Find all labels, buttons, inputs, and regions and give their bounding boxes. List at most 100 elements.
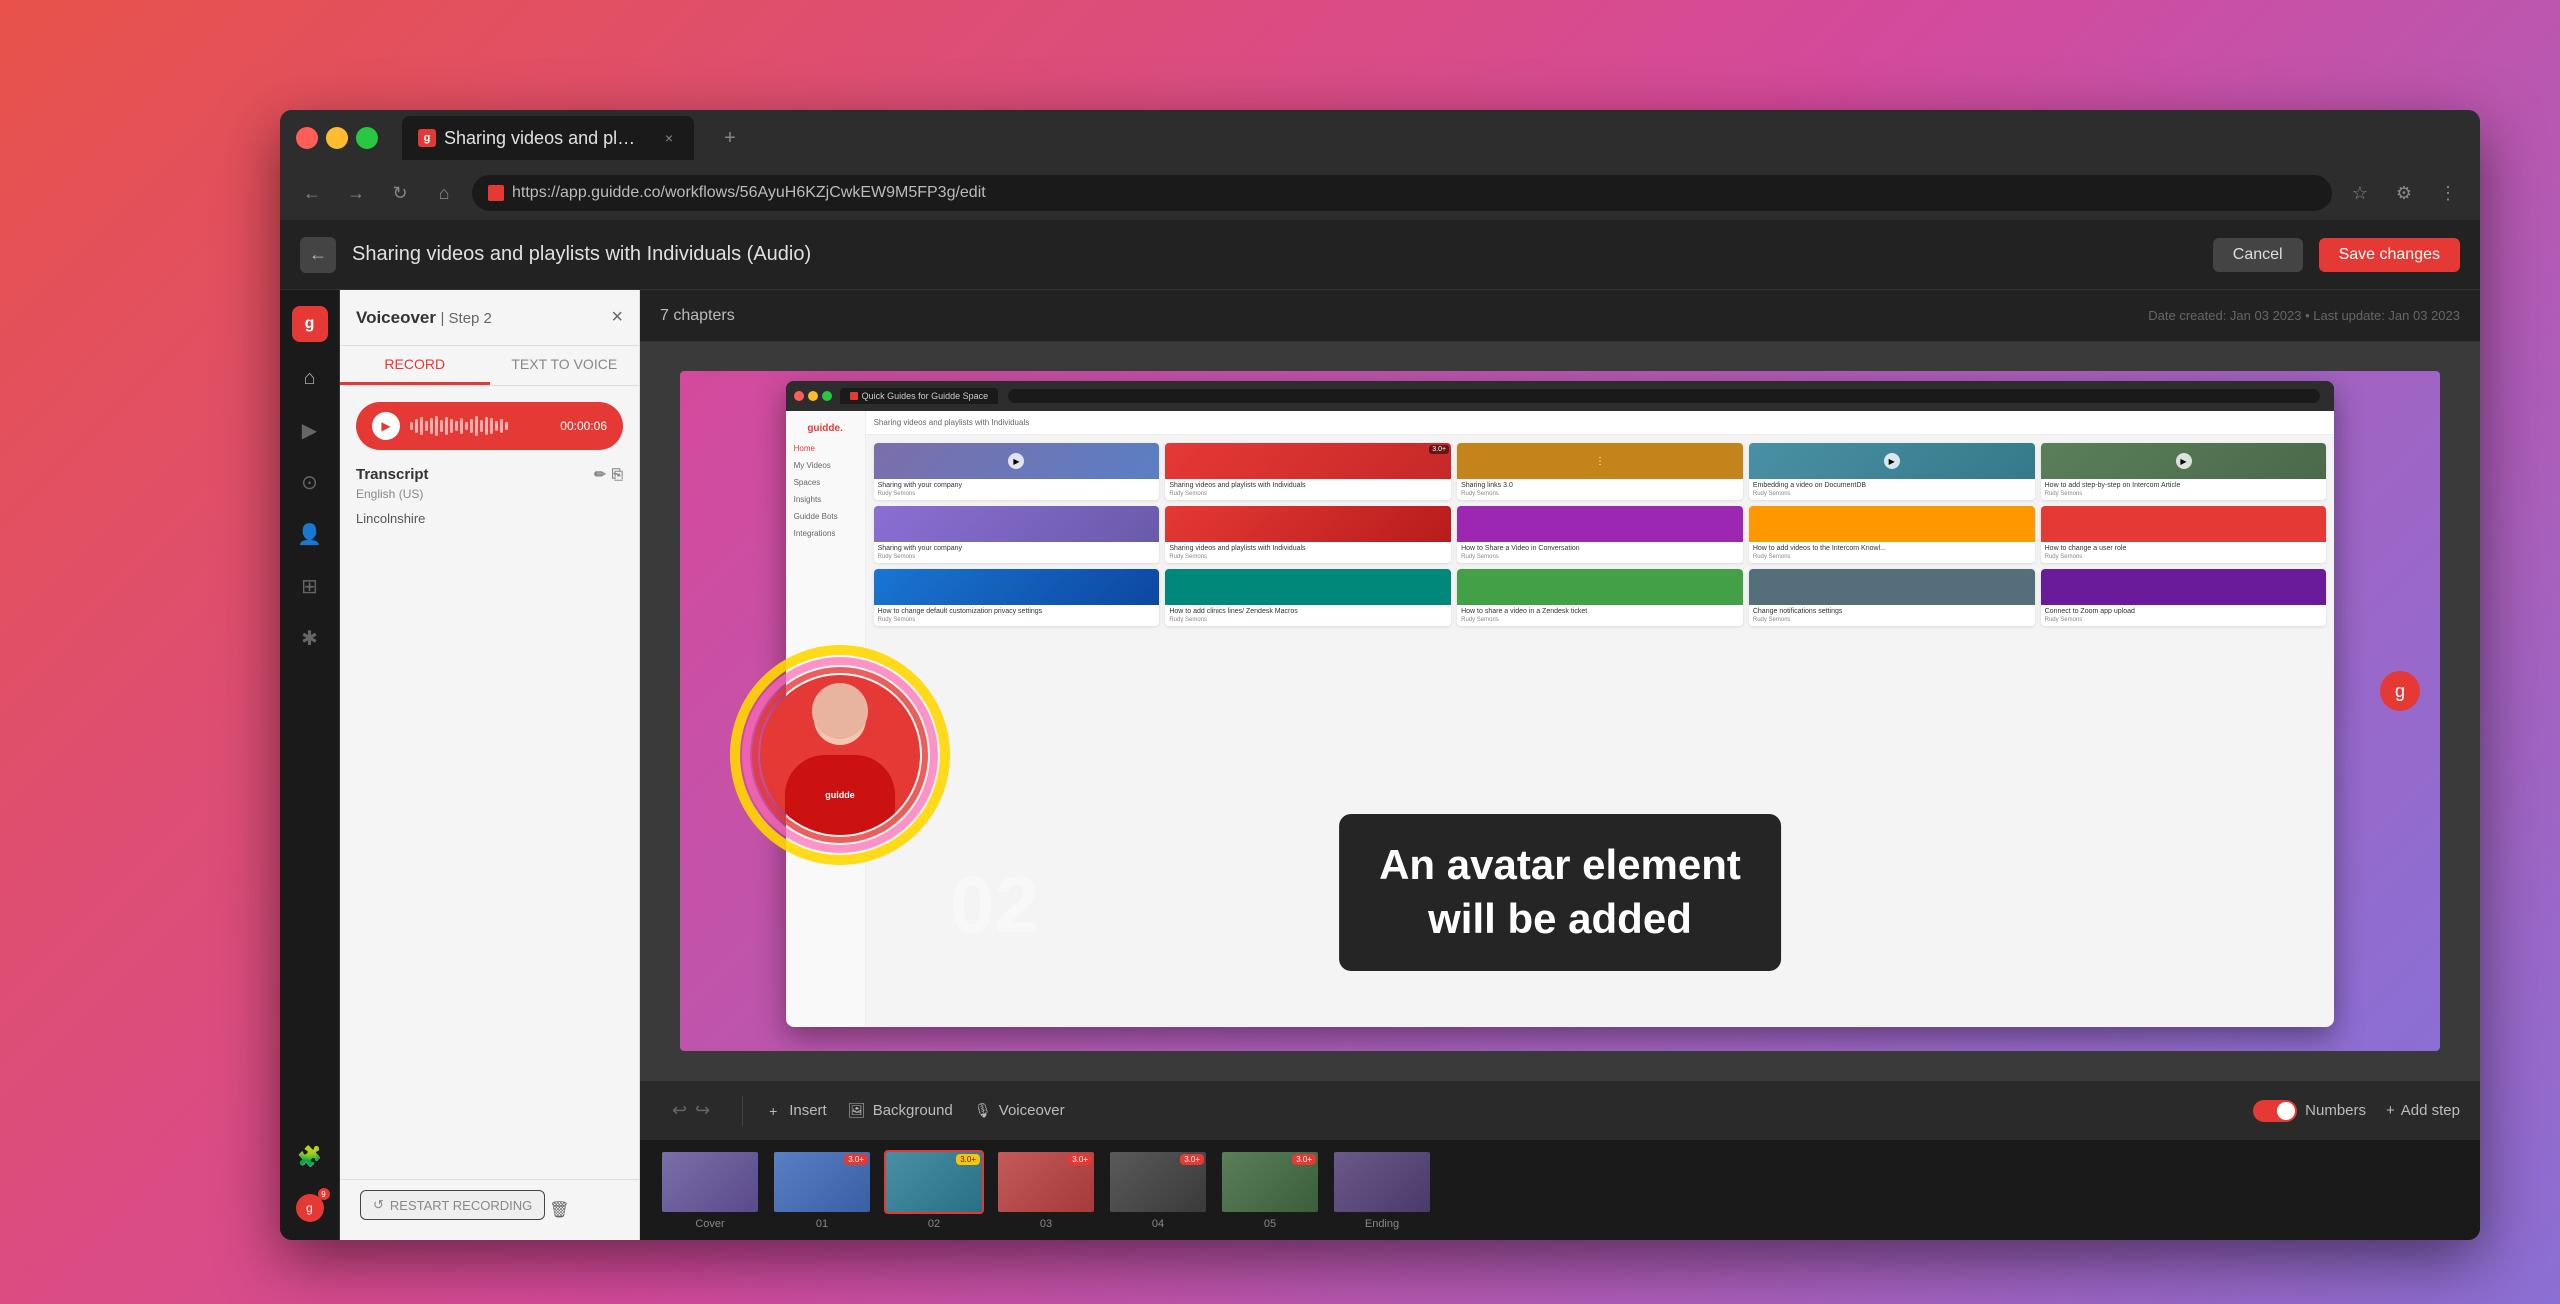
filmstrip-item-02[interactable]: 3.0+ 02 xyxy=(884,1150,984,1230)
filmstrip-thumb-cover xyxy=(660,1150,760,1214)
transcript-label-text: Transcript xyxy=(356,466,429,483)
back-nav-button[interactable]: ← xyxy=(296,177,328,209)
reload-button[interactable]: ↻ xyxy=(384,177,416,209)
inner-browser-chrome: Quick Guides for Guidde Space xyxy=(786,381,2335,411)
address-text: https://app.guidde.co/workflows/56AyuH6K… xyxy=(512,184,986,202)
cancel-button[interactable]: Cancel xyxy=(2213,238,2303,272)
tab-close-button[interactable]: × xyxy=(660,129,678,147)
play-icon: ▶ xyxy=(1008,453,1024,469)
browser-chrome: g Sharing videos and playlists with × + … xyxy=(280,110,2480,220)
panel-footer: ↺ RESTART RECORDING 🗑 xyxy=(340,1179,639,1240)
filmstrip-item-03[interactable]: 3.0+ 03 xyxy=(996,1150,1096,1230)
sidebar-icon-home[interactable]: ⌂ xyxy=(294,362,326,394)
voiceover-label: Voiceover xyxy=(999,1102,1065,1119)
browser-tab[interactable]: g Sharing videos and playlists with × xyxy=(402,116,694,160)
bookmark-button[interactable]: ☆ xyxy=(2344,177,2376,209)
filmstrip-badge-05: 3.0+ xyxy=(1292,1154,1316,1165)
filmstrip-item-05[interactable]: 3.0+ 05 xyxy=(1220,1150,1320,1230)
video-title: Connect to Zoom app upload xyxy=(2045,608,2323,615)
filmstrip-item-01[interactable]: 3.0+ 01 xyxy=(772,1150,872,1230)
redo-button[interactable]: ↪ xyxy=(695,1100,710,1121)
panel-close-button[interactable]: × xyxy=(611,306,623,329)
close-button[interactable] xyxy=(296,127,318,149)
video-title: How to add step-by-step on Intercom Arti… xyxy=(2045,482,2323,489)
tab-text-to-voice[interactable]: TEXT TO VOICE xyxy=(490,346,640,385)
add-step-button[interactable]: + Add step xyxy=(2386,1102,2460,1119)
inner-logo: guidde. xyxy=(786,417,865,440)
video-grid: ▶ Sharing with your company Rudy Semons xyxy=(866,435,2335,634)
video-title: Sharing links 3.0 xyxy=(1461,482,1739,489)
video-author: Rudy Semons xyxy=(2045,554,2323,560)
insert-button[interactable]: + Insert xyxy=(763,1101,827,1121)
filmstrip-item-04[interactable]: 3.0+ 04 xyxy=(1108,1150,1208,1230)
transcript-section: Transcript ✏ ⎘ xyxy=(356,466,623,483)
restart-recording-button[interactable]: ↺ RESTART RECORDING xyxy=(360,1190,545,1220)
video-card: How to add clinics lines/ Zendesk Macros… xyxy=(1165,569,1451,626)
video-author: Rudy Semons xyxy=(1461,554,1739,560)
sidebar-icon-video[interactable]: ▶ xyxy=(294,414,326,446)
back-button[interactable]: ← xyxy=(300,237,336,273)
numbers-toggle-switch[interactable] xyxy=(2253,1100,2297,1122)
content-header: 7 chapters Date created: Jan 03 2023 • L… xyxy=(640,290,2480,342)
right-panel-indicator: g xyxy=(2380,671,2420,711)
sidebar-icon-person[interactable]: 👤 xyxy=(294,518,326,550)
numbers-toggle: Numbers xyxy=(2253,1100,2366,1122)
inner-sidebar-insights: Insights xyxy=(786,491,865,508)
audio-waveform xyxy=(410,414,550,438)
video-author: Rudy Semons xyxy=(1461,617,1739,623)
inner-sidebar-bots: Guidde Bots xyxy=(786,508,865,525)
video-card: ▶ Embedding a video on DocumentDB Rudy S… xyxy=(1749,443,2035,500)
video-author: Rudy Semons xyxy=(2045,491,2323,497)
caption-overlay: An avatar elementwill be added xyxy=(1339,814,1781,971)
delete-recording-button[interactable]: 🗑 xyxy=(549,1200,569,1220)
minimize-button[interactable] xyxy=(326,127,348,149)
video-card: How to change default customization priv… xyxy=(874,569,1160,626)
play-button[interactable]: ▶ xyxy=(372,412,400,440)
video-card: How to add videos to the Intercom Knowl.… xyxy=(1749,506,2035,563)
maximize-button[interactable] xyxy=(356,127,378,149)
background-icon: 🖼 xyxy=(847,1101,867,1121)
person-figure: guidde xyxy=(760,675,920,835)
undo-button[interactable]: ↩ xyxy=(672,1100,687,1121)
add-step-label: Add step xyxy=(2401,1102,2460,1119)
video-title: Sharing with your company xyxy=(878,482,1156,489)
inner-close xyxy=(794,391,804,401)
filmstrip-thumb-05: 3.0+ xyxy=(1220,1150,1320,1214)
video-container: Quick Guides for Guidde Space guidde. Ho… xyxy=(680,371,2440,1051)
caption-text: An avatar elementwill be added xyxy=(1379,838,1741,947)
filmstrip-label-05: 05 xyxy=(1264,1218,1276,1230)
browser-titlebar: g Sharing videos and playlists with × + xyxy=(280,110,2480,166)
save-changes-button[interactable]: Save changes xyxy=(2319,238,2460,272)
sidebar-icon-puzzle[interactable]: 🧩 xyxy=(294,1140,326,1172)
menu-button[interactable]: ⋮ xyxy=(2432,177,2464,209)
tab-record[interactable]: RECORD xyxy=(340,346,490,385)
copy-transcript-button[interactable]: ⎘ xyxy=(612,466,623,483)
address-bar[interactable]: https://app.guidde.co/workflows/56AyuH6K… xyxy=(472,175,2332,211)
forward-nav-button[interactable]: → xyxy=(340,177,372,209)
traffic-lights xyxy=(296,127,378,149)
home-button[interactable]: ⌂ xyxy=(428,177,460,209)
inner-sidebar-spaces: Spaces xyxy=(786,474,865,491)
video-author: Rudy Semons xyxy=(2045,617,2323,623)
filmstrip: Cover 3.0+ 01 3.0+ 0 xyxy=(640,1140,2480,1240)
restart-icon: ↺ xyxy=(373,1197,384,1213)
inner-header-text: Sharing videos and playlists with Indivi… xyxy=(874,418,1030,427)
video-title: Sharing with your company xyxy=(878,545,1156,552)
extensions-button[interactable]: ⚙ xyxy=(2388,177,2420,209)
sidebar-icon-search[interactable]: ⊙ xyxy=(294,466,326,498)
sidebar-icon-settings[interactable]: ✱ xyxy=(294,622,326,654)
video-author: Rudy Semons xyxy=(1169,617,1447,623)
sidebar-icon-grid[interactable]: ⊞ xyxy=(294,570,326,602)
video-card: ▶ Sharing with your company Rudy Semons xyxy=(874,443,1160,500)
filmstrip-item-ending[interactable]: Ending xyxy=(1332,1150,1432,1230)
background-button[interactable]: 🖼 Background xyxy=(847,1101,953,1121)
video-author: Rudy Semons xyxy=(1753,617,2031,623)
transcript-language: English (US) xyxy=(356,487,623,501)
add-step-icon: + xyxy=(2386,1102,2395,1119)
new-tab-button[interactable]: + xyxy=(714,122,746,154)
filmstrip-thumb-03: 3.0+ xyxy=(996,1150,1096,1214)
video-author: Rudy Semons xyxy=(1753,554,2031,560)
voiceover-button[interactable]: 🎙 Voiceover xyxy=(973,1101,1065,1121)
filmstrip-item-cover[interactable]: Cover xyxy=(660,1150,760,1230)
edit-transcript-button[interactable]: ✏ xyxy=(594,466,606,483)
